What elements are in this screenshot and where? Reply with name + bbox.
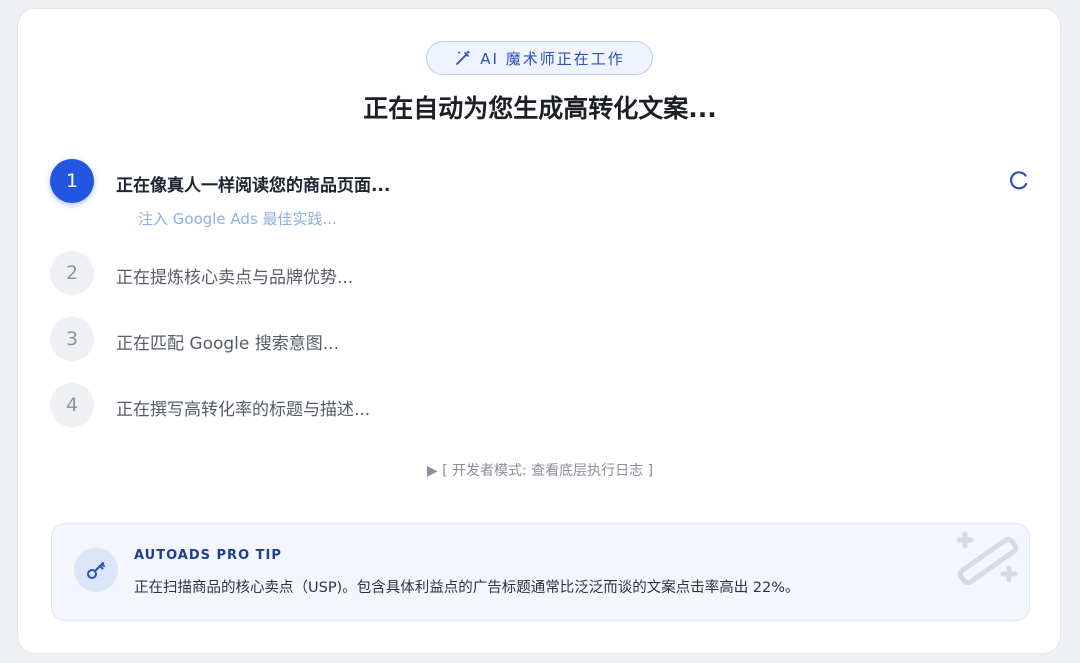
step-4-number: 4 [50, 383, 94, 427]
key-icon-badge [74, 548, 118, 592]
step-1-number: 1 [50, 159, 94, 203]
magic-wand-decoration-icon [956, 531, 1018, 586]
tip-title: AUTOADS PRO TIP [134, 548, 282, 563]
ai-working-badge: AI 魔术师正在工作 [426, 41, 653, 75]
dev-log-toggle[interactable]: ▶ [ 开发者模式: 查看底层执行日志 ] [18, 460, 1062, 480]
tip-text: 正在扫描商品的核心卖点（USP)。包含具体利益点的广告标题通常比泛泛而谈的文案点… [134, 580, 800, 596]
step-4-label: 正在撰写高转化率的标题与描述... [116, 400, 371, 420]
badge-label: AI 魔术师正在工作 [480, 49, 625, 68]
step-1-label: 正在像真人一样阅读您的商品页面... [116, 176, 391, 196]
pro-tip-panel: AUTOADS PRO TIP 正在扫描商品的核心卖点（USP)。包含具体利益点… [51, 523, 1030, 621]
step-3-label: 正在匹配 Google 搜索意图... [116, 334, 339, 354]
page-title: 正在自动为您生成高转化文案... [363, 94, 717, 123]
progress-card: AI 魔术师正在工作 正在自动为您生成高转化文案... 1 正在像真人一样阅读您… [17, 8, 1061, 654]
magic-wand-icon [456, 50, 471, 65]
key-icon [87, 562, 105, 579]
step-1-substatus: 注入 Google Ads 最佳实践... [138, 210, 337, 228]
step-3-number: 3 [50, 317, 94, 361]
loading-spinner-icon [1010, 171, 1028, 190]
step-2-number: 2 [50, 251, 94, 295]
step-2-label: 正在提炼核心卖点与品牌优势... [116, 268, 354, 288]
